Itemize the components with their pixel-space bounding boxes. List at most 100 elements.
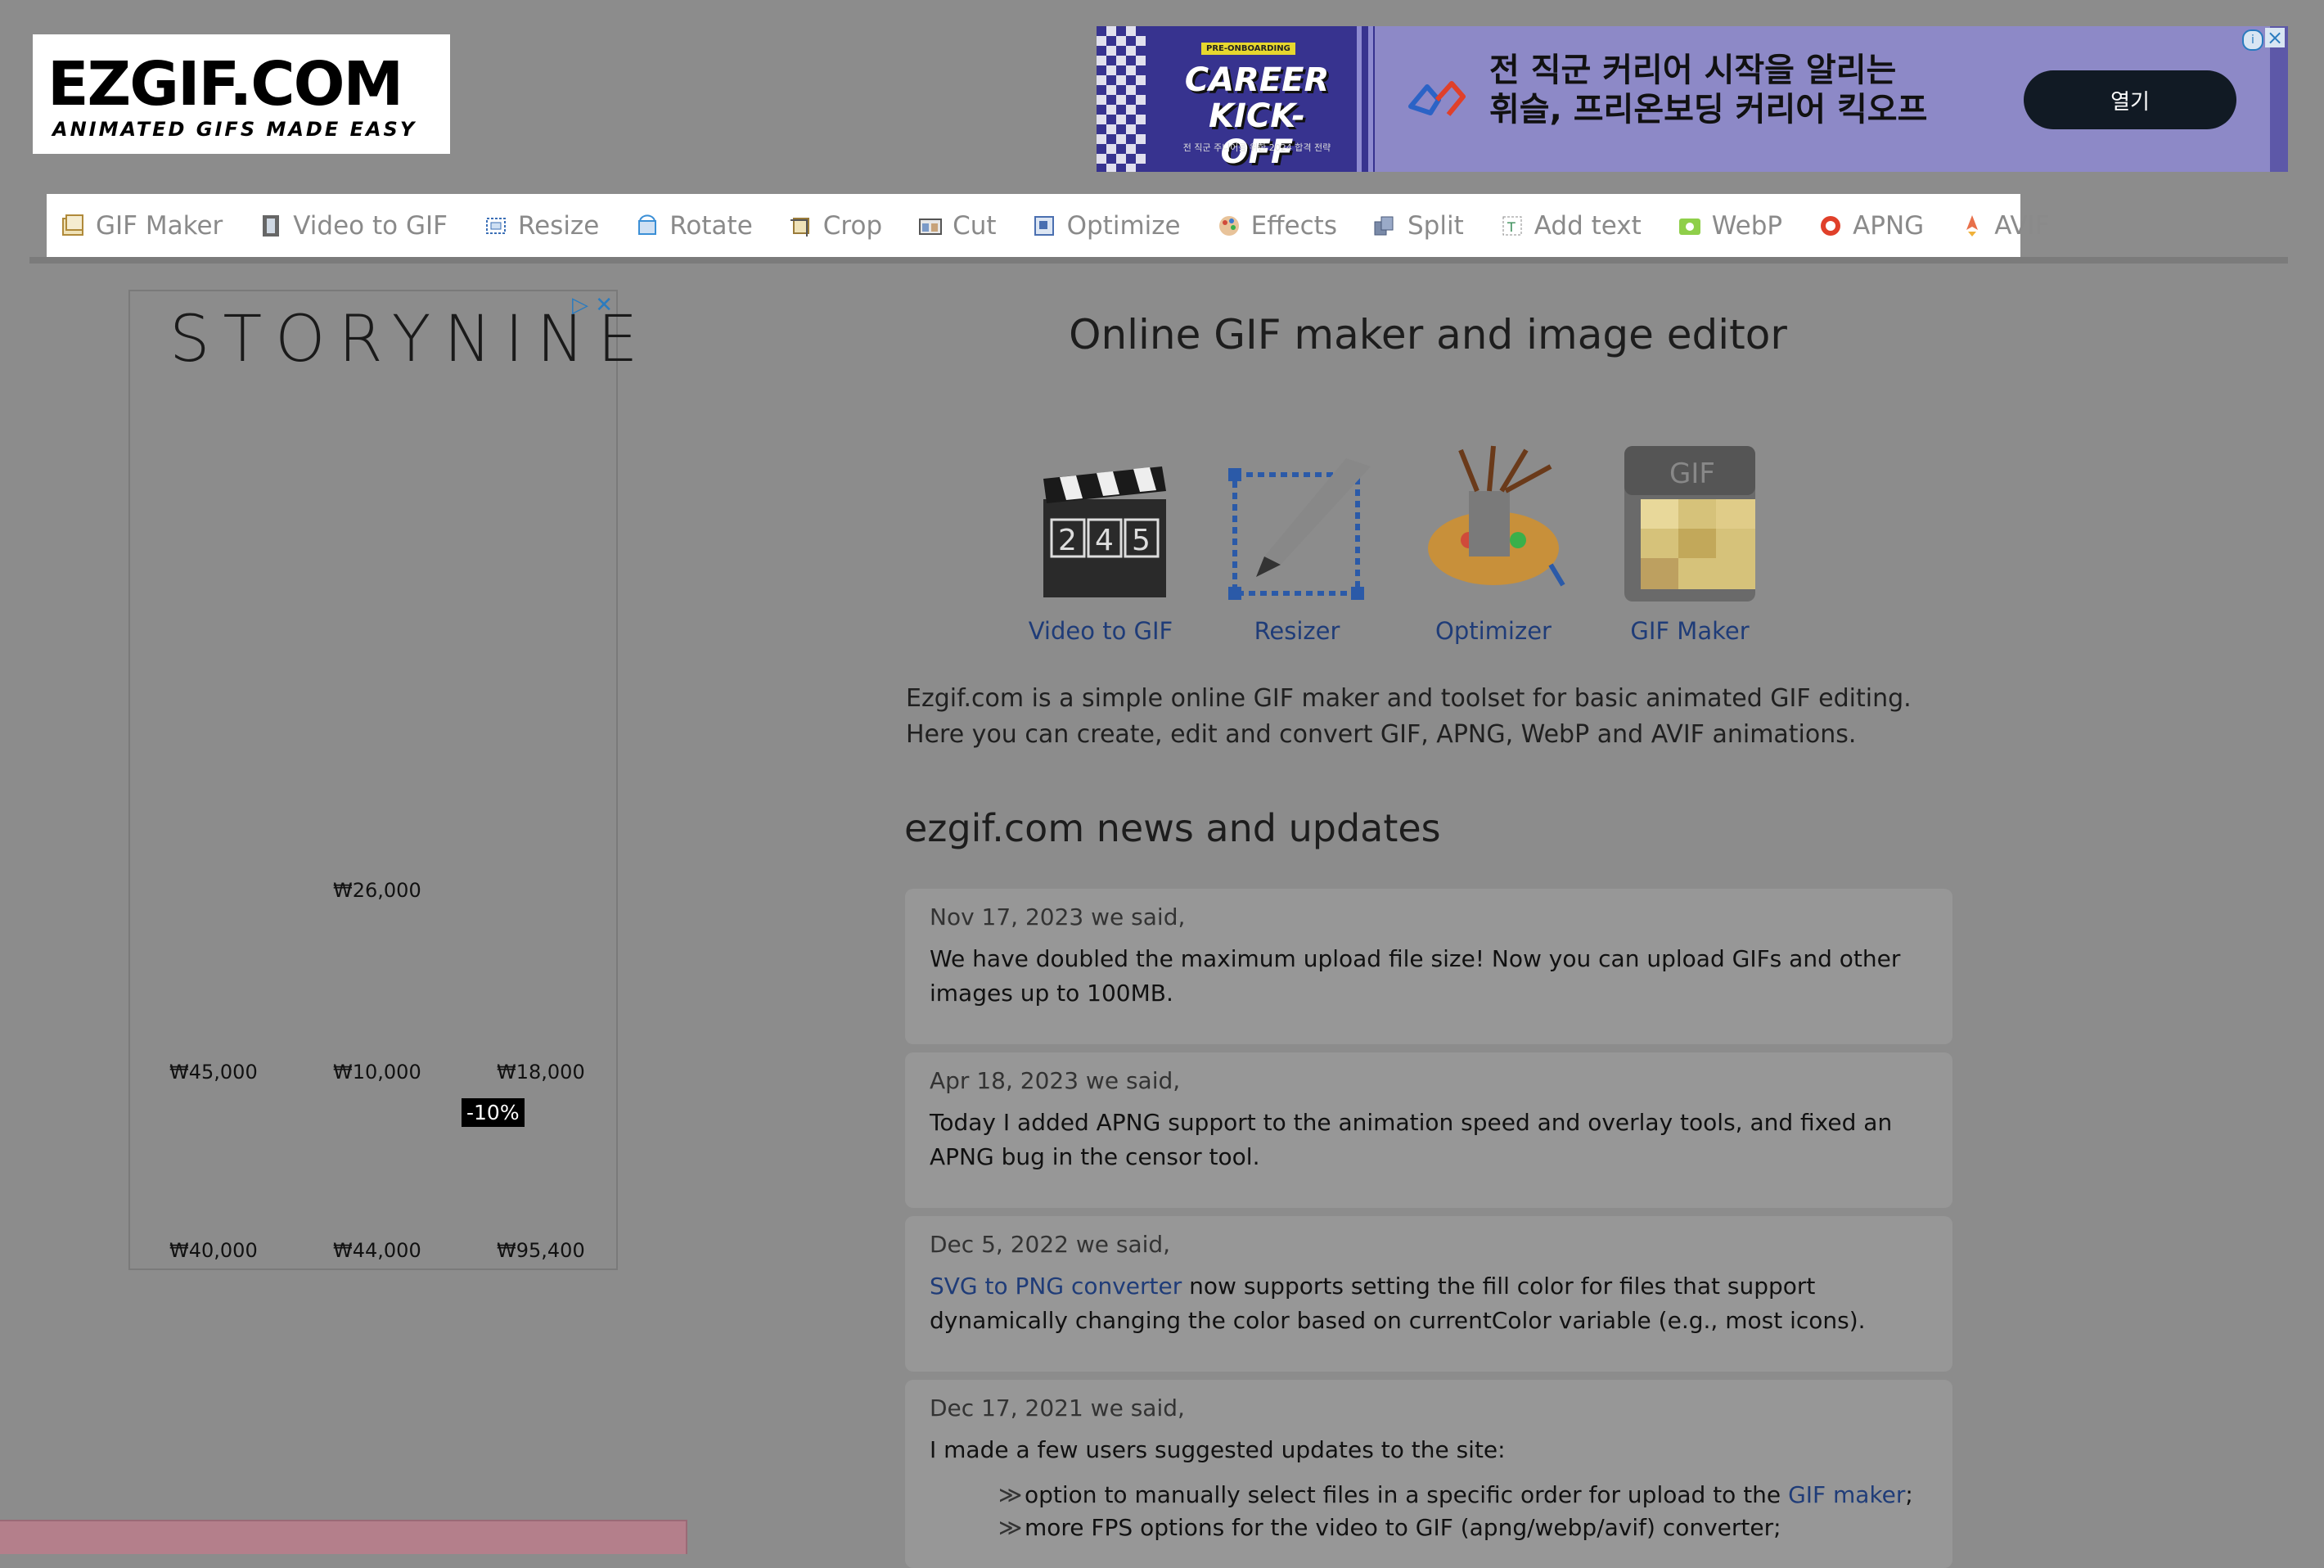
page-title: Online GIF maker and image editor bbox=[1069, 311, 1787, 358]
rotate-icon bbox=[635, 214, 660, 238]
ad-stripes bbox=[1350, 26, 1375, 172]
gif-maker-icon bbox=[61, 214, 86, 238]
news-date: Dec 5, 2022 we said, bbox=[930, 1231, 1171, 1258]
svg-text:2: 2 bbox=[1058, 524, 1077, 557]
intro-line: Here you can create, edit and convert GI… bbox=[906, 720, 1857, 749]
bullet-text-part: option to manually select files in a spe… bbox=[1025, 1481, 1789, 1508]
tool-optimizer[interactable]: Optimizer bbox=[1403, 442, 1583, 645]
nav-label: Resize bbox=[517, 210, 600, 241]
gif-maker-link[interactable]: GIF maker bbox=[1788, 1481, 1905, 1508]
ad-price: ₩18,000 bbox=[497, 1061, 585, 1084]
nav-item-crop[interactable]: Crop bbox=[789, 211, 882, 241]
nav-label: Split bbox=[1407, 210, 1464, 241]
news-item: Dec 5, 2022 we said, SVG to PNG converte… bbox=[905, 1216, 1952, 1372]
nav-divider bbox=[29, 257, 2288, 264]
ad-choices-icons[interactable]: ▷ ✕ bbox=[572, 293, 613, 318]
split-icon bbox=[1373, 214, 1398, 238]
ad-price: ₩26,000 bbox=[333, 879, 421, 902]
news-body: I made a few users suggested updates to … bbox=[930, 1436, 1506, 1463]
news-bullet: ≫ option to manually select files in a s… bbox=[998, 1479, 1928, 1512]
ad-price: ₩45,000 bbox=[169, 1061, 258, 1084]
main-nav: GIF Maker Video to GIF Resize Rotate Cro… bbox=[47, 194, 2050, 257]
ad-tag: PRE-ONBOARDING bbox=[1201, 43, 1295, 55]
bullet-arrow-icon: ≫ bbox=[998, 1514, 1023, 1541]
nav-item-cut[interactable]: Cut bbox=[918, 210, 997, 241]
news-bullet: ≫ more FPS options for the video to GIF … bbox=[998, 1512, 1928, 1544]
nav-label: GIF Maker bbox=[96, 210, 223, 241]
add-text-icon: T bbox=[1500, 214, 1525, 238]
news-item: Dec 17, 2021 we said, I made a few users… bbox=[905, 1380, 1952, 1568]
ad-title-line1: CAREER bbox=[1184, 61, 1330, 99]
tool-label[interactable]: Video to GIF bbox=[1011, 617, 1191, 645]
nav-item-effects[interactable]: Effects bbox=[1217, 211, 1337, 241]
optimize-icon bbox=[1033, 214, 1057, 238]
logo-tagline: ANIMATED GIFS MADE EASY bbox=[52, 118, 417, 141]
ad-info-icon[interactable]: i bbox=[2242, 29, 2263, 51]
bullet-text: option to manually select files in a spe… bbox=[1025, 1479, 1913, 1512]
clapperboard-icon: 2 4 5 bbox=[1043, 466, 1166, 597]
tool-resizer[interactable]: Resizer bbox=[1207, 442, 1387, 645]
nav-item-rotate[interactable]: Rotate bbox=[635, 211, 753, 241]
tool-label[interactable]: Resizer bbox=[1207, 617, 1387, 645]
nav-item-apng[interactable]: APNG bbox=[1818, 211, 1924, 241]
nav-item-avif[interactable]: AVIF bbox=[1960, 210, 2050, 241]
nav-item-split[interactable]: Split bbox=[1373, 211, 1464, 241]
nav-label: Add text bbox=[1534, 210, 1642, 241]
nav-label: Cut bbox=[953, 210, 997, 241]
nav-label: APNG bbox=[1853, 210, 1925, 241]
news-item: Nov 17, 2023 we said, We have doubled th… bbox=[905, 889, 1952, 1044]
cut-icon bbox=[918, 214, 943, 238]
tool-video-to-gif[interactable]: 2 4 5 Video to GIF bbox=[1011, 442, 1191, 645]
nav-item-resize[interactable]: Resize bbox=[484, 211, 599, 241]
ad-price: ₩44,000 bbox=[333, 1239, 421, 1262]
nav-label: Video to GIF bbox=[293, 210, 448, 241]
nav-item-gif-maker[interactable]: GIF Maker bbox=[61, 211, 223, 241]
side-ad[interactable]: STORYNINE ▷ ✕ ₩26,000 ₩45,000 ₩10,000 ₩1… bbox=[128, 290, 637, 1270]
svg-text:T: T bbox=[1507, 219, 1516, 235]
ad-headline-line1: 전 직군 커리어 시작을 알리는 bbox=[1489, 52, 1897, 89]
news-date: Dec 17, 2021 we said, bbox=[930, 1395, 1185, 1422]
bottom-popup-strip[interactable] bbox=[0, 1520, 687, 1554]
resize-icon bbox=[484, 214, 508, 238]
top-banner-ad[interactable]: PRE-ONBOARDING CAREER KICK-OFF 전 직군 주니어를… bbox=[1097, 26, 2288, 172]
site-logo[interactable]: EZGIF.COM ANIMATED GIFS MADE EASY bbox=[33, 34, 450, 154]
news-heading: ezgif.com news and updates bbox=[904, 806, 1441, 850]
ad-small-text: 전 직군 주니어를 위한 2024 합격 전략 bbox=[1182, 142, 1331, 153]
webp-icon bbox=[1678, 214, 1702, 238]
avif-icon bbox=[1960, 214, 1984, 238]
ad-headline-line2: 휘슬, 프리온보딩 커리어 킥오프 bbox=[1489, 91, 1928, 128]
logo-wordmark: EZGIF.COM bbox=[47, 49, 403, 119]
svg-text:5: 5 bbox=[1132, 524, 1151, 557]
crop-icon bbox=[789, 214, 813, 238]
tool-label[interactable]: GIF Maker bbox=[1600, 617, 1780, 645]
nav-label: Rotate bbox=[669, 210, 753, 241]
bullet-arrow-icon: ≫ bbox=[998, 1481, 1023, 1508]
news-body: We have doubled the maximum upload file … bbox=[930, 945, 1901, 1007]
intro-text: Ezgif.com is a simple online GIF maker a… bbox=[906, 681, 1970, 753]
news-date: Nov 17, 2023 we said, bbox=[930, 903, 1186, 930]
ad-choices-icon[interactable]: ▷ bbox=[572, 293, 588, 318]
nav-item-add-text[interactable]: T Add text bbox=[1500, 211, 1642, 241]
bullet-text-end: ; bbox=[1905, 1481, 1913, 1508]
gif-document-icon: GIF bbox=[1624, 446, 1755, 602]
nav-item-webp[interactable]: WebP bbox=[1678, 211, 1782, 241]
ad-open-button[interactable]: 열기 bbox=[2024, 70, 2236, 129]
news-date: Apr 18, 2023 we said, bbox=[930, 1067, 1181, 1094]
tool-gif-maker[interactable]: GIF GIF Maker bbox=[1600, 442, 1780, 645]
ad-left-panel: PRE-ONBOARDING CAREER KICK-OFF 전 직군 주니어를… bbox=[1097, 26, 1350, 172]
tool-label[interactable]: Optimizer bbox=[1403, 617, 1583, 645]
ad-career-title: CAREER KICK-OFF bbox=[1175, 62, 1339, 170]
ad-close-icon[interactable]: × bbox=[2265, 28, 2285, 47]
ad-brand-logo-icon bbox=[1408, 81, 1466, 116]
effects-icon bbox=[1217, 214, 1241, 238]
ad-discount-badge: -10% bbox=[462, 1098, 525, 1127]
nav-label: Effects bbox=[1250, 210, 1337, 241]
svg-to-png-link[interactable]: SVG to PNG converter bbox=[930, 1273, 1182, 1300]
nav-item-optimize[interactable]: Optimize bbox=[1033, 211, 1181, 241]
ad-close-icon[interactable]: ✕ bbox=[595, 293, 613, 318]
nav-label: AVIF bbox=[1994, 210, 2050, 241]
apng-icon bbox=[1818, 214, 1843, 238]
nav-item-video-to-gif[interactable]: Video to GIF bbox=[259, 211, 448, 241]
ad-price: ₩10,000 bbox=[333, 1061, 421, 1084]
news-item: Apr 18, 2023 we said, Today I added APNG… bbox=[905, 1052, 1952, 1208]
